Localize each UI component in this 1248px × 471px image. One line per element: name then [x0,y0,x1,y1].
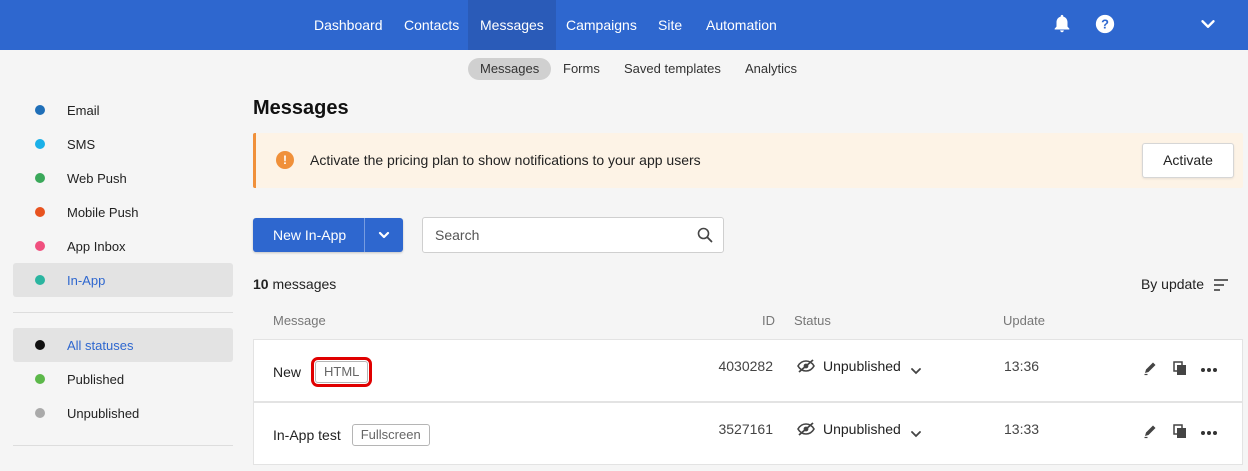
subnav-messages[interactable]: Messages [468,58,552,80]
sub-navigation: Messages Forms Saved templates Analytics [0,58,1248,82]
nav-campaigns[interactable]: Campaigns [554,0,649,50]
subnav-forms[interactable]: Forms [551,58,612,80]
message-name[interactable]: In-App test [273,427,341,443]
message-name-cell: New HTML [273,340,373,403]
sidebar-item-app-inbox[interactable]: App Inbox [13,229,233,263]
warning-icon: ! [276,151,294,169]
sidebar-status-published[interactable]: Published [13,362,233,396]
pricing-banner: ! Activate the pricing plan to show noti… [253,133,1243,188]
eye-off-icon [797,359,815,373]
channel-dot [35,275,45,285]
sort-control[interactable]: By update [1141,276,1228,292]
status-dropdown[interactable]: Unpublished [797,358,921,375]
duplicate-icon[interactable] [1172,360,1188,376]
nav-automation[interactable]: Automation [694,0,789,50]
chevron-down-icon [910,362,921,375]
page-title: Messages [253,97,349,119]
table-row[interactable]: New HTML 4030282 Unpublished 13:36 [253,339,1243,402]
new-in-app-button[interactable]: New In-App [253,218,403,252]
duplicate-icon[interactable] [1172,423,1188,439]
sidebar-item-label: App Inbox [67,238,126,254]
nav-messages[interactable]: Messages [468,0,556,50]
channel-dot [35,207,45,217]
subnav-saved-templates[interactable]: Saved templates [612,58,733,80]
status-label: Unpublished [823,358,901,374]
sidebar-status-all[interactable]: All statuses [13,328,233,362]
message-count-suffix: messages [272,276,337,292]
channel-dot [35,173,45,183]
sidebar-item-label: SMS [67,136,96,152]
top-navigation: Dashboard Contacts Messages Campaigns Si… [0,0,1248,50]
chevron-down-icon [910,425,921,438]
nav-dashboard[interactable]: Dashboard [302,0,395,50]
sidebar-status-unpublished[interactable]: Unpublished [13,396,233,430]
activate-button[interactable]: Activate [1142,143,1234,178]
sidebar-item-label: All statuses [67,337,134,353]
column-header-id: ID [762,313,775,328]
message-name[interactable]: New [273,364,301,380]
sidebar-divider [13,312,233,313]
sidebar-item-label: In-App [67,272,106,288]
chevron-down-icon[interactable] [1197,13,1221,37]
help-icon[interactable]: ? [1094,13,1118,37]
message-id: 3527161 [718,421,773,437]
sidebar-item-email[interactable]: Email [13,93,233,127]
more-options-icon[interactable] [1200,423,1217,439]
status-dropdown[interactable]: Unpublished [797,421,921,438]
sidebar-item-label: Email [67,102,100,118]
status-label: Unpublished [823,421,901,437]
status-dot [35,340,45,350]
message-type-tag: HTML [310,356,373,387]
message-count-number: 10 [253,276,269,292]
sort-icon [1214,278,1228,291]
search-input[interactable] [423,218,683,252]
channel-dot [35,241,45,251]
bell-icon[interactable] [1051,13,1075,37]
svg-text:?: ? [1101,17,1109,32]
column-header-update: Update [1003,313,1045,328]
nav-contacts[interactable]: Contacts [392,0,471,50]
sidebar-item-label: Mobile Push [67,204,139,220]
sidebar-divider [13,445,233,446]
sidebar-item-sms[interactable]: SMS [13,127,233,161]
more-options-icon[interactable] [1200,360,1217,376]
sidebar-item-label: Published [67,371,125,387]
search-box [422,217,724,253]
message-count: 10 messages [253,276,336,292]
sidebar-item-web-push[interactable]: Web Push [13,161,233,195]
banner-text: Activate the pricing plan to show notifi… [310,152,701,168]
message-name-cell: In-App test Fullscreen [273,403,430,466]
channel-dot [35,139,45,149]
sidebar-item-in-app[interactable]: In-App [13,263,233,297]
sidebar-item-label: Web Push [67,170,127,186]
edit-icon[interactable] [1142,423,1158,439]
message-type-tag: Fullscreen [351,423,430,446]
sidebar-item-label: Unpublished [67,405,140,421]
subnav-analytics[interactable]: Analytics [733,58,809,80]
message-updated: 13:33 [1004,421,1040,437]
column-header-status: Status [794,313,831,328]
new-in-app-label: New In-App [273,227,347,243]
nav-site[interactable]: Site [646,0,694,50]
edit-icon[interactable] [1142,360,1158,376]
eye-off-icon [797,422,815,436]
message-updated: 13:36 [1004,358,1040,374]
sidebar-item-mobile-push[interactable]: Mobile Push [13,195,233,229]
chevron-down-icon[interactable] [364,218,403,252]
status-dot [35,408,45,418]
channel-dot [35,105,45,115]
search-icon[interactable] [697,227,713,243]
table-row[interactable]: In-App test Fullscreen 3527161 Unpublish… [253,402,1243,465]
status-dot [35,374,45,384]
sort-label: By update [1140,276,1204,292]
column-header-message: Message [273,313,326,328]
message-id: 4030282 [718,358,773,374]
